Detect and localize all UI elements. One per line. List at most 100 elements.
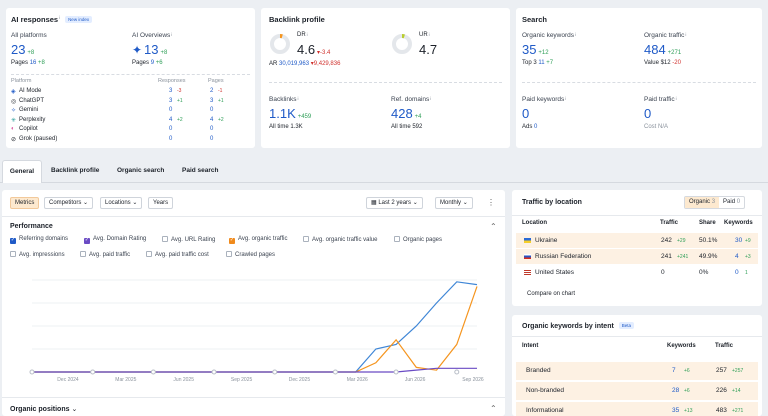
search-title: Search: [522, 15, 548, 24]
checkbox-crawled-pages[interactable]: Crawled pages: [226, 251, 275, 258]
location-share: 50.1%: [699, 237, 718, 244]
performance-title: Performance: [10, 223, 53, 230]
intent-traffic: 257: [716, 367, 727, 374]
intent-keywords[interactable]: 7: [672, 367, 676, 374]
x-tick-label: Mar 2026: [347, 377, 368, 383]
tab-general[interactable]: General: [2, 160, 42, 183]
paid-traffic-value[interactable]: 0: [644, 106, 651, 121]
platform-responses[interactable]: 0: [169, 107, 172, 113]
intent-name: Informational: [526, 407, 564, 414]
ai-responses-card: AI responsesi New index All platforms 23…: [6, 8, 255, 148]
interval-dropdown[interactable]: Monthly ⌄: [435, 197, 473, 209]
traffic-by-location-title: Traffic by location: [522, 199, 582, 206]
platform-pages[interactable]: 0: [210, 126, 213, 132]
checkbox-avg-url-rating[interactable]: Avg. URL Rating: [162, 236, 215, 243]
checkbox-avg-paid-traffic-cost[interactable]: Avg. paid traffic cost: [146, 251, 209, 258]
location-name[interactable]: Russian Federation: [535, 253, 591, 260]
all-platforms-value[interactable]: 23: [11, 42, 25, 57]
paid-keywords-value[interactable]: 0: [522, 106, 529, 121]
dr-value: 4.6: [297, 42, 316, 57]
series-line-1[interactable]: [32, 286, 478, 373]
platform-pages[interactable]: 0: [210, 136, 213, 142]
collapse-chevron-icon[interactable]: ⌃: [490, 404, 497, 413]
competitors-dropdown[interactable]: Competitors ⌄: [44, 197, 94, 209]
more-options-icon[interactable]: ⋮: [487, 198, 495, 207]
checkbox-label: Avg. URL Rating: [171, 237, 216, 243]
timeline-marker[interactable]: [272, 369, 278, 375]
location-keywords[interactable]: 4: [735, 253, 739, 260]
x-tick-label: Sep 2025: [231, 377, 253, 383]
chevron-down-icon[interactable]: ⌄: [71, 406, 77, 413]
compare-on-chart-link[interactable]: Compare on chart: [527, 291, 575, 297]
intent-traffic: 226: [716, 387, 727, 394]
ref-domains-value[interactable]: 428: [391, 106, 413, 121]
timeline-marker[interactable]: [90, 369, 96, 375]
platform-pages[interactable]: 3: [210, 98, 213, 104]
platform-name: Perplexity: [19, 116, 46, 123]
ai-responses-title: AI responses: [11, 15, 59, 24]
checkbox-organic-pages[interactable]: Organic pages: [394, 236, 442, 243]
collapse-chevron-icon[interactable]: ⌃: [490, 222, 497, 231]
intent-keywords[interactable]: 28: [672, 387, 679, 394]
ai-mode-icon: ◈: [11, 89, 16, 95]
date-range-dropdown[interactable]: ▦ Last 2 years ⌄: [366, 197, 423, 209]
platform-pages[interactable]: 4: [210, 117, 213, 123]
checkbox-icon: ✓: [10, 237, 16, 244]
responses-delta: +2: [177, 116, 183, 123]
backlink-profile-title: Backlink profile: [269, 15, 325, 24]
location-keywords[interactable]: 0: [735, 269, 739, 276]
perplexity-icon: ✳: [11, 117, 17, 124]
timeline-marker[interactable]: [332, 369, 338, 375]
organic-segment[interactable]: Organic 3: [685, 197, 720, 208]
years-button[interactable]: Years: [148, 197, 174, 209]
x-tick-label: Dec 2025: [289, 377, 311, 383]
checkbox-avg-impressions[interactable]: Avg. impressions: [10, 251, 65, 258]
location-name[interactable]: Ukraine: [535, 237, 557, 244]
checkbox-avg-organic-traffic-value[interactable]: Avg. organic traffic value: [303, 236, 377, 243]
intent-traffic-delta: +271: [732, 408, 744, 414]
ar-value[interactable]: 30,019,963: [279, 61, 309, 67]
checkbox-avg-paid-traffic[interactable]: Avg. paid traffic: [80, 251, 130, 258]
checkbox-label: Avg. impressions: [19, 252, 65, 258]
metrics-toggle[interactable]: Metrics: [10, 197, 40, 209]
tab-organic-search[interactable]: Organic search: [117, 160, 164, 178]
ai-overviews-value[interactable]: 13: [144, 42, 158, 57]
traffic-delta: +29: [677, 238, 686, 244]
checkbox-label: Referring domains: [19, 236, 69, 242]
timeline-marker[interactable]: [211, 369, 217, 375]
checkbox-avg-domain-rating[interactable]: ✓ Avg. Domain Rating: [84, 236, 146, 244]
platform-pages[interactable]: 2: [210, 88, 213, 94]
copilot-icon: ◐: [11, 126, 15, 132]
checkbox-label: Avg. paid traffic cost: [155, 252, 209, 258]
platform-responses[interactable]: 3: [169, 88, 172, 94]
timeline-marker[interactable]: [150, 369, 156, 375]
platform-responses[interactable]: 0: [169, 126, 172, 132]
checkbox-referring-domains[interactable]: ✓ Referring domains: [10, 236, 68, 244]
locations-dropdown[interactable]: Locations ⌄: [100, 197, 143, 209]
timeline-marker[interactable]: [29, 369, 35, 375]
backlinks-value[interactable]: 1.1K: [269, 106, 296, 121]
tab-backlink-profile[interactable]: Backlink profile: [51, 160, 99, 178]
organic-paid-toggle[interactable]: Organic 3 Paid 0: [684, 196, 746, 209]
intent-keywords[interactable]: 35: [672, 407, 679, 414]
timeline-marker[interactable]: [393, 369, 399, 375]
timeline-marker[interactable]: [454, 369, 460, 375]
checkbox-avg-organic-traffic[interactable]: ✓ Avg. organic traffic: [229, 236, 287, 244]
platform-pages[interactable]: 0: [210, 107, 213, 113]
organic-traffic-value[interactable]: 484: [644, 42, 666, 57]
location-name[interactable]: United States: [535, 269, 574, 276]
all-platforms-label: All platforms: [11, 32, 47, 39]
checkbox-icon: [10, 251, 16, 257]
keywords-by-intent-title: Organic keywords by intent: [522, 323, 614, 330]
pages-value[interactable]: 16: [30, 60, 37, 66]
platform-responses[interactable]: 0: [169, 136, 172, 142]
organic-keywords-value[interactable]: 35: [522, 42, 536, 57]
paid-segment[interactable]: Paid 0: [719, 197, 744, 208]
chevron-down-icon: ⌄: [83, 200, 89, 206]
location-keywords[interactable]: 30: [735, 237, 742, 244]
pages-delta: +1: [218, 97, 224, 104]
tab-paid-search[interactable]: Paid search: [182, 160, 219, 178]
series-line-2[interactable]: [32, 367, 477, 373]
platform-responses[interactable]: 3: [169, 98, 172, 104]
platform-responses[interactable]: 4: [169, 117, 172, 123]
